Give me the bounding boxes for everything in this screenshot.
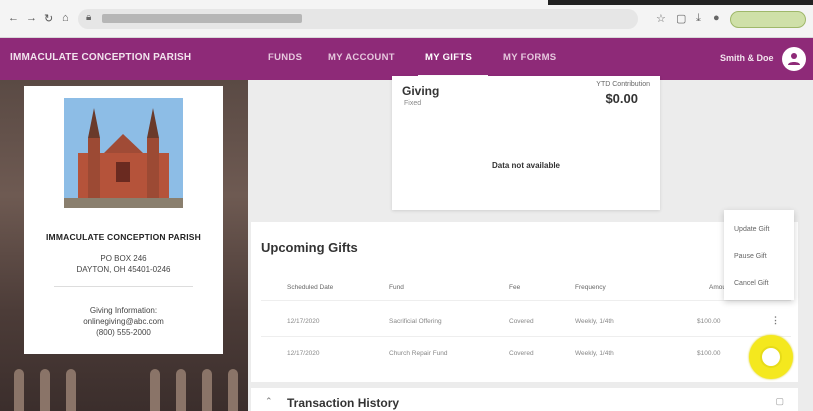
column-header[interactable]: Scheduled Date [287, 284, 333, 291]
upcoming-gifts-panel: Upcoming Gifts Scheduled Date Fund Fee F… [251, 222, 798, 382]
cell-fund: Sacrificial Offering [389, 318, 442, 325]
chevron-up-icon[interactable]: ⌃ [265, 396, 273, 407]
profile-button[interactable] [730, 11, 806, 28]
user-name[interactable]: Smith & Doe [720, 53, 774, 63]
column-header[interactable]: Fund [389, 284, 404, 291]
upcoming-gifts-title: Upcoming Gifts [261, 240, 358, 255]
giving-info-label: Giving Information: [89, 306, 158, 315]
app-header: IMMACULATE CONCEPTION PARISH FUNDS MY AC… [0, 38, 813, 80]
avatar[interactable] [782, 47, 806, 71]
contribution-amount: $0.00 [605, 91, 638, 106]
giving-title: Giving [402, 84, 440, 98]
expand-icon[interactable]: ▢ [775, 396, 784, 407]
cell-fund: Church Repair Fund [389, 350, 448, 357]
giving-phone: (800) 555-2000 [96, 328, 151, 337]
extension-icon[interactable]: ▢ [676, 12, 686, 25]
contribution-label: YTD Contribution [596, 81, 650, 88]
parish-title[interactable]: IMMACULATE CONCEPTION PARISH [10, 52, 191, 63]
giving-summary-card: Giving Fixed YTD Contribution $0.00 Data… [392, 76, 660, 210]
account-icon[interactable]: ● [713, 12, 720, 24]
cell-fee: Covered [509, 318, 534, 325]
forward-icon[interactable]: → [26, 12, 37, 24]
cell-fee: Covered [509, 350, 534, 357]
transaction-history-panel[interactable]: ⌃ Transaction History ▢ [251, 388, 798, 411]
tab-my-forms[interactable]: MY FORMS [503, 52, 556, 63]
no-data-message: Data not available [491, 161, 561, 170]
browser-toolbar: ← → ↻ ⌂ 🔒︎ ☆ ▢ ⤓ ● [0, 0, 813, 38]
address-bar[interactable]: 🔒︎ [78, 9, 638, 29]
menu-item-update-gift[interactable]: Update Gift [734, 226, 769, 233]
tab-funds[interactable]: FUNDS [268, 52, 302, 63]
cell-amount: $100.00 [697, 350, 721, 357]
tab-my-account[interactable]: MY ACCOUNT [328, 52, 395, 63]
home-icon[interactable]: ⌂ [62, 12, 69, 24]
tab-my-gifts[interactable]: MY GIFTS [425, 52, 472, 63]
cell-frequency: Weekly, 1/4th [575, 350, 614, 357]
gift-actions-menu: Update Gift Pause Gift Cancel Gift [724, 210, 794, 300]
reload-icon[interactable]: ↻ [44, 12, 53, 25]
cell-date: 12/17/2020 [287, 318, 320, 325]
cell-frequency: Weekly, 1/4th [575, 318, 614, 325]
row-divider [261, 336, 791, 337]
transaction-history-title[interactable]: Transaction History [287, 396, 399, 410]
url-blurred [102, 14, 302, 23]
download-icon[interactable]: ⤓ [696, 12, 701, 25]
divider [54, 286, 193, 287]
menu-item-pause-gift[interactable]: Pause Gift [734, 253, 767, 260]
back-icon[interactable]: ← [8, 12, 19, 24]
decorative-strip [548, 0, 813, 5]
giving-email[interactable]: onlinegiving@abc.com [24, 317, 223, 326]
row-divider [261, 300, 791, 301]
menu-item-cancel-gift[interactable]: Cancel Gift [734, 280, 769, 287]
parish-info-card: IMMACULATE CONCEPTION PARISH PO BOX 246 … [24, 86, 223, 354]
giving-subtitle: Fixed [404, 100, 422, 107]
click-highlight [749, 335, 793, 379]
person-icon [788, 53, 800, 65]
column-header[interactable]: Frequency [575, 284, 606, 291]
column-header[interactable]: Fee [509, 284, 520, 291]
church-photo [64, 98, 183, 208]
more-options-icon-highlighted[interactable] [760, 346, 782, 368]
address-line-2: DAYTON, OH 45401-0246 [76, 265, 171, 274]
more-options-icon[interactable]: ⋮ [771, 315, 780, 326]
star-icon[interactable]: ☆ [656, 12, 666, 25]
address-line-1: PO BOX 246 [100, 254, 147, 263]
parish-name: IMMACULATE CONCEPTION PARISH [46, 232, 201, 242]
cell-amount: $100.00 [697, 318, 721, 325]
cell-date: 12/17/2020 [287, 350, 320, 357]
lock-icon: 🔒︎ [86, 12, 92, 23]
